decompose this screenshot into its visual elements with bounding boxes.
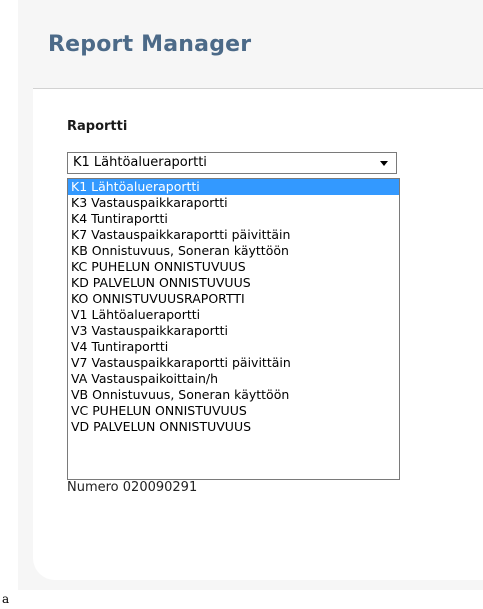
corner-glyph: a — [2, 592, 10, 606]
report-label: Raportti — [67, 119, 128, 134]
dropdown-option[interactable]: K4 Tuntiraportti — [68, 211, 399, 227]
dropdown-option[interactable]: V7 Vastauspaikkaraportti päivittäin — [68, 355, 399, 371]
dropdown-option[interactable]: V4 Tuntiraportti — [68, 339, 399, 355]
dropdown-option[interactable]: KD PALVELUN ONNISTUVUUS — [68, 275, 399, 291]
dropdown-option[interactable]: VB Onnistuvuus, Soneran käyttöön — [68, 387, 399, 403]
report-select[interactable]: K1 Lähtöalueraportti — [67, 152, 397, 174]
dropdown-option[interactable]: VA Vastauspaikoittain/h — [68, 371, 399, 387]
app-title: Report Manager — [48, 32, 252, 57]
dropdown-option[interactable]: V1 Lähtöalueraportti — [68, 307, 399, 323]
dropdown-option[interactable]: K1 Lähtöalueraportti — [68, 179, 399, 195]
dropdown-option[interactable]: K3 Vastauspaikkaraportti — [68, 195, 399, 211]
dropdown-option[interactable]: VD PALVELUN ONNISTUVUUS — [68, 419, 399, 435]
dropdown-option[interactable]: VC PUHELUN ONNISTUVUUS — [68, 403, 399, 419]
dropdown-option[interactable]: K7 Vastauspaikkaraportti päivittäin — [68, 227, 399, 243]
report-select-value: K1 Lähtöalueraportti — [73, 155, 207, 170]
dropdown-option[interactable]: KC PUHELUN ONNISTUVUUS — [68, 259, 399, 275]
chevron-down-icon[interactable] — [380, 161, 388, 166]
dropdown-option[interactable]: KB Onnistuvuus, Soneran käyttöön — [68, 243, 399, 259]
dropdown-option[interactable]: V3 Vastauspaikkaraportti — [68, 323, 399, 339]
dropdown-option[interactable]: KO ONNISTUVUUSRAPORTTI — [68, 291, 399, 307]
report-dropdown-list[interactable]: K1 Lähtöalueraportti K3 Vastauspaikkarapo… — [67, 178, 400, 480]
number-field-text: Numero 020090291 — [67, 480, 198, 495]
